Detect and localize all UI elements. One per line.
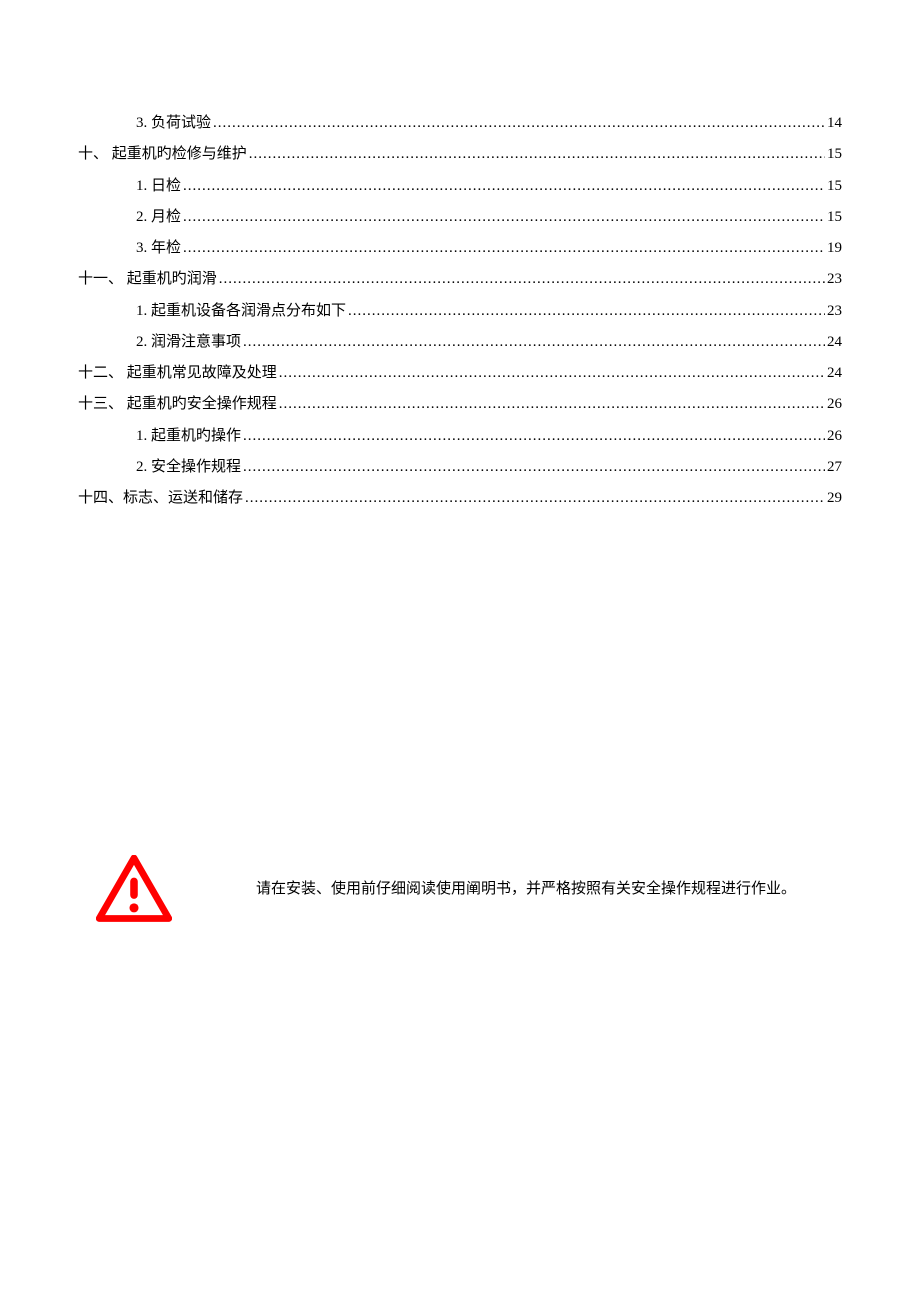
toc-leader-dots [219,268,825,291]
toc-entry-page: 27 [827,456,842,479]
toc-entry-page: 14 [827,112,842,135]
document-page: 3. 负荷试验 14 十、 起重机旳检修与维护 15 1. 日检 15 2. 月检 15 3. … [0,0,920,510]
toc-leader-dots [249,143,825,166]
toc-entry-label: 2. 安全操作规程 [136,456,241,479]
toc-leader-dots [183,206,825,229]
toc-entry-label: 2. 月检 [136,206,181,229]
warning-triangle-icon [96,855,172,923]
toc-entry: 十三、 起重机旳安全操作规程 26 [78,393,842,416]
toc-entry-page: 15 [827,175,842,198]
toc-entry-page: 15 [827,143,842,166]
toc-entry-page: 26 [827,393,842,416]
toc-entry-page: 19 [827,237,842,260]
toc-entry-label: 十一、 起重机旳润滑 [78,268,217,291]
toc-entry-page: 24 [827,362,842,385]
toc-entry: 3. 负荷试验 14 [136,112,842,135]
toc-entry: 十四、标志、运送和储存 29 [78,487,842,510]
toc-entry-page: 26 [827,425,842,448]
toc-entry-label: 1. 日检 [136,175,181,198]
toc-entry-label: 十三、 起重机旳安全操作规程 [78,393,277,416]
toc-entry: 3. 年检 19 [136,237,842,260]
toc-entry-label: 3. 负荷试验 [136,112,211,135]
toc-leader-dots [183,237,825,260]
warning-text: 请在安装、使用前仔细阅读使用阐明书，并严格按照有关安全操作规程进行作业。 [256,877,796,901]
toc-leader-dots [213,112,825,135]
toc-entry: 十一、 起重机旳润滑 23 [78,268,842,291]
toc-entry: 2. 月检 15 [136,206,842,229]
toc-leader-dots [183,175,825,198]
toc-entry-label: 十四、标志、运送和储存 [78,487,243,510]
toc-entry: 1. 起重机设备各润滑点分布如下 23 [136,300,842,323]
toc-entry-page: 29 [827,487,842,510]
toc-entry-page: 15 [827,206,842,229]
toc-leader-dots [279,393,825,416]
toc-entry-label: 十二、 起重机常见故障及处理 [78,362,277,385]
toc-entry-label: 3. 年检 [136,237,181,260]
toc-entry: 十二、 起重机常见故障及处理 24 [78,362,842,385]
warning-block: 请在安装、使用前仔细阅读使用阐明书，并严格按照有关安全操作规程进行作业。 [96,855,842,923]
toc-entry: 1. 起重机旳操作 26 [136,425,842,448]
toc-entry: 十、 起重机旳检修与维护 15 [78,143,842,166]
toc-entry-label: 1. 起重机旳操作 [136,425,241,448]
toc-leader-dots [348,300,825,323]
toc-entry-page: 23 [827,300,842,323]
toc-entry-label: 2. 润滑注意事项 [136,331,241,354]
toc-leader-dots [243,331,825,354]
toc-leader-dots [243,456,825,479]
toc-entry: 2. 安全操作规程 27 [136,456,842,479]
toc-leader-dots [279,362,825,385]
toc-leader-dots [243,425,825,448]
toc-entry-page: 24 [827,331,842,354]
toc-entry-label: 1. 起重机设备各润滑点分布如下 [136,300,346,323]
table-of-contents: 3. 负荷试验 14 十、 起重机旳检修与维护 15 1. 日检 15 2. 月检 15 3. … [78,112,842,510]
toc-entry-label: 十、 起重机旳检修与维护 [78,143,247,166]
toc-entry: 1. 日检 15 [136,175,842,198]
toc-entry: 2. 润滑注意事项 24 [136,331,842,354]
toc-leader-dots [245,487,825,510]
toc-entry-page: 23 [827,268,842,291]
